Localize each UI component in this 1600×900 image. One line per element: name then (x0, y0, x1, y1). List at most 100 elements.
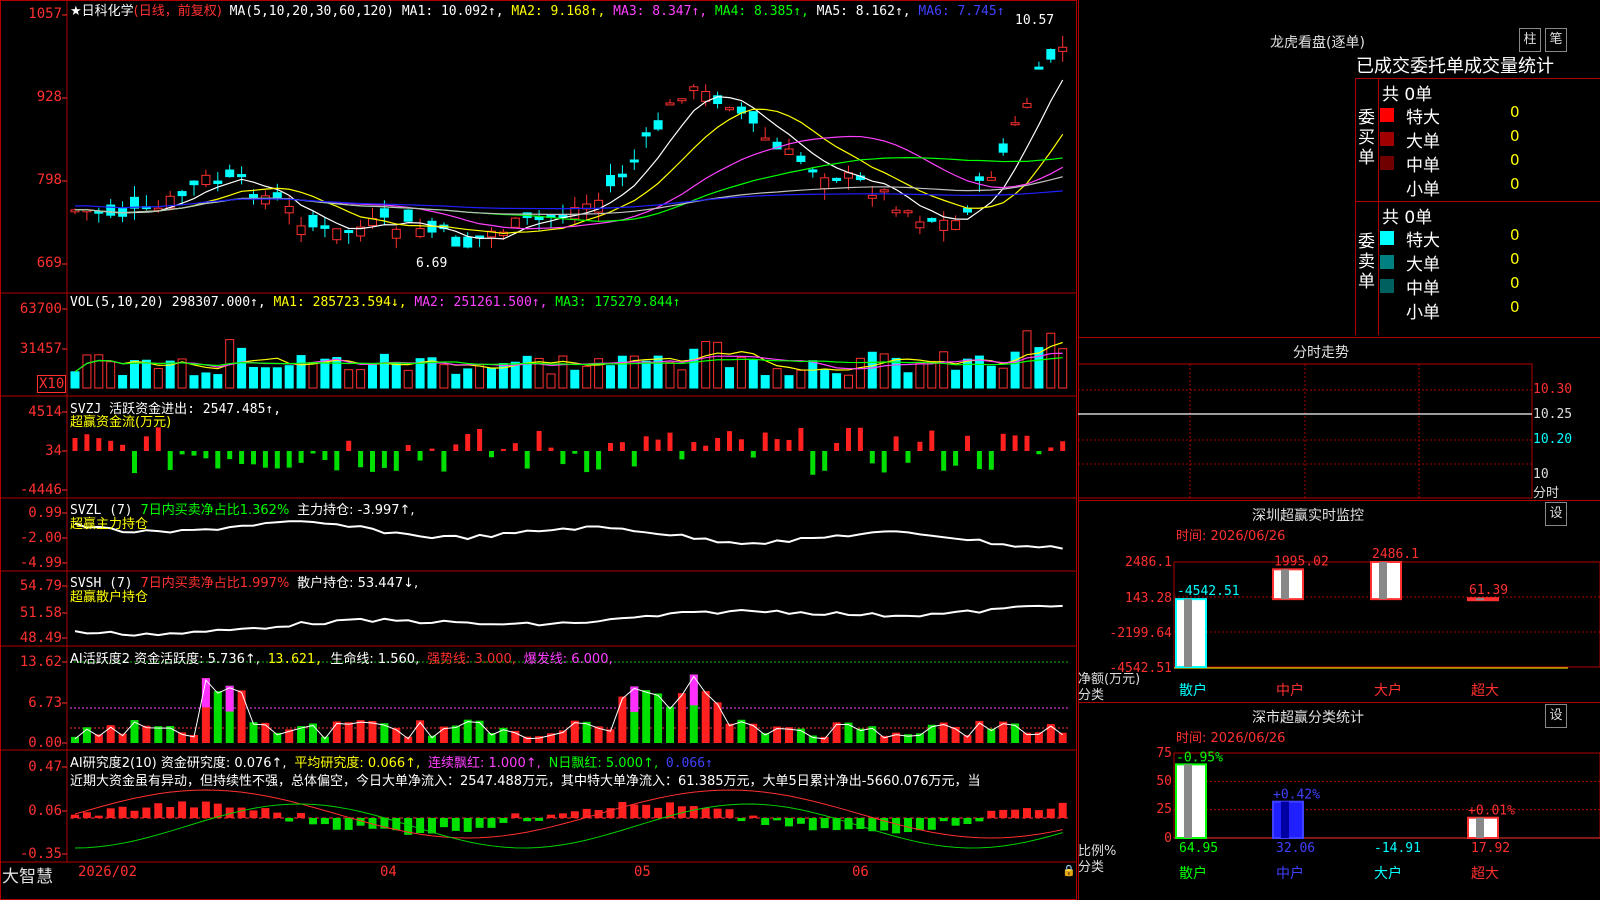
buy-value: 0 (1510, 151, 1520, 169)
ai2-bar (618, 802, 627, 818)
ss-divider (1078, 702, 1600, 703)
ai2-bar (796, 818, 805, 824)
svzj-bar (251, 451, 256, 465)
ai2-bar (523, 818, 532, 822)
bar-view-button[interactable]: 柱 (1519, 28, 1541, 52)
ss-bar-value: 17.92 (1471, 841, 1510, 856)
ai1-bar-peak (225, 685, 234, 712)
sz-category-label: 大户 (1374, 682, 1402, 699)
ai1-bar (701, 691, 710, 743)
ai2-axis-3: -0.35 (19, 846, 62, 862)
svzj-subtitle: 超赢资金流(万元) (70, 415, 172, 430)
tick-view-button[interactable]: 笔 (1545, 28, 1567, 52)
volume-bar (748, 359, 758, 389)
ai2-bar (904, 818, 912, 833)
volume-bar (344, 369, 354, 389)
volume-bar (463, 368, 473, 389)
svzj-bar (512, 443, 518, 451)
volume-bar (998, 367, 1008, 389)
ai2-bar (82, 812, 91, 818)
sz-settings-button[interactable]: 设 (1545, 502, 1567, 526)
ai2-bar (820, 818, 829, 829)
ma-label: MA(5,10,20,30,60,120) (229, 4, 395, 19)
svzj-bar (810, 451, 816, 475)
candle-body (201, 174, 211, 186)
svzj-bar (405, 445, 411, 451)
candle-body (463, 236, 473, 248)
ss-plot-frame (1173, 752, 1600, 839)
svzj-bar (358, 451, 364, 468)
buy-color-swatch (1380, 132, 1394, 146)
svzj-bar (155, 427, 161, 451)
sell-row: 小单 0 (1380, 298, 1600, 323)
svzj-bar (524, 451, 530, 469)
svzl-hold: 主力持仓: -3.997↑, (297, 503, 415, 518)
ai1-axis-3: 0.00 (28, 735, 62, 751)
candle-body (189, 180, 199, 186)
volume-bar (70, 371, 80, 389)
fenshi-chart[interactable] (1078, 362, 1600, 502)
candle-body (784, 148, 794, 155)
candle-body (1010, 122, 1020, 126)
svzj-bar (1048, 447, 1054, 451)
sz-divider (1078, 500, 1600, 501)
svzj-bar (310, 451, 316, 454)
sell-label: 特大 (1406, 231, 1440, 251)
svzj-bar (262, 451, 268, 468)
volume-bar (368, 364, 377, 389)
ss-settings-button[interactable]: 设 (1545, 704, 1567, 728)
candle-body (832, 177, 842, 182)
ai1-bar (237, 690, 246, 743)
candle-body (296, 225, 306, 236)
ai2-bar (118, 806, 127, 818)
volume-bar (617, 355, 627, 389)
buy-color-swatch (1380, 156, 1394, 170)
vol-unit-badge: X10 (37, 375, 67, 393)
volume-bar (403, 369, 413, 389)
ai2-bar (892, 818, 901, 834)
candle-body (213, 180, 223, 184)
svzj-bar (120, 444, 126, 451)
ai2-bar (142, 807, 151, 818)
volume-bar (189, 375, 199, 389)
ai1-bar (749, 723, 758, 743)
svzj-bar (905, 451, 911, 463)
volume-bar (903, 372, 913, 389)
fenshi-axis-1: 10.30 (1533, 382, 1573, 397)
svzj-bar (108, 440, 114, 451)
ai2-bar (190, 807, 198, 818)
candle-body (606, 175, 615, 187)
volume-bar (736, 356, 746, 389)
svzj-bar (929, 430, 935, 451)
ai2-bar (237, 807, 246, 818)
price-axis-2: 928 (36, 89, 62, 105)
ai2-bar (558, 813, 567, 818)
sell-color-swatch (1380, 255, 1394, 269)
candle-body (820, 177, 830, 190)
svzj-bar (1060, 441, 1066, 451)
sell-total: 共 0单 (1382, 208, 1433, 228)
fenshi-unit: 分时 (1533, 486, 1560, 501)
ai1-bar (106, 725, 115, 743)
ma6-value: MA6: 7.745↑ (918, 4, 1005, 19)
fenshi-axis-2: 10.25 (1533, 407, 1573, 422)
ss-bar-change: -0.95% (1176, 750, 1223, 765)
ai2-bar (630, 804, 639, 818)
volume-bar (94, 354, 104, 389)
candle-body (260, 195, 270, 205)
svzj-bar (608, 442, 613, 451)
sz-bar-label: 2486.1 (1372, 547, 1419, 562)
lhb-title: 龙虎看盘(逐单) (1270, 35, 1365, 51)
svzj-bar (786, 439, 792, 451)
ai2-bar (785, 818, 793, 827)
candle-body (879, 189, 889, 193)
ma6-line (74, 190, 1063, 210)
vol-ma2: MA2: 251261.500↑, (414, 295, 548, 310)
candle-body (1022, 102, 1032, 108)
lock-icon[interactable]: 🔒 (1062, 864, 1076, 877)
volume-bar (260, 367, 270, 389)
svzj-bar (917, 441, 923, 451)
ai1-bar (570, 720, 579, 743)
ai2-bar (761, 818, 770, 826)
ai2-bar (475, 818, 484, 828)
